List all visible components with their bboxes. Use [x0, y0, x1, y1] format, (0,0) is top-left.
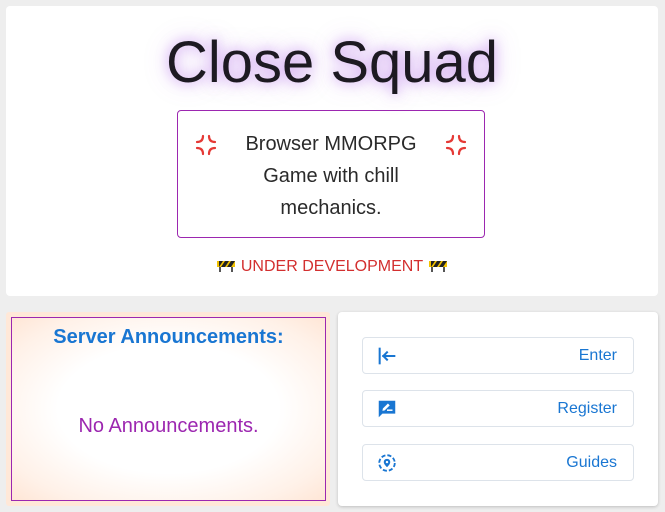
hero-card: Close Squad Browser MMORPG Game with chi…: [6, 6, 658, 296]
announcements-empty-text: No Announcements.: [78, 415, 259, 437]
tagline-box: Browser MMORPG Game with chill mechanics…: [177, 110, 485, 238]
page-title: Close Squad: [165, 30, 499, 95]
register-button[interactable]: Register: [362, 390, 634, 427]
tagline: Browser MMORPG Game with chill mechanics…: [245, 133, 417, 219]
construction-barrier-icon: [216, 261, 235, 272]
dev-notice-text: UNDER DEVELOPMENT: [240, 258, 424, 275]
dev-notice: UNDER DEVELOPMENT: [6, 258, 658, 276]
guides-button-label: Guides: [566, 454, 617, 471]
announcements-frame: Server Announcements: No Announcements.: [11, 317, 326, 501]
location-explore-icon: [378, 454, 396, 472]
main-menu-card: Enter Register Guides: [338, 312, 658, 506]
announcements-title: Server Announcements:: [53, 326, 284, 348]
anger-symbol-icon: [445, 134, 467, 156]
rate-review-icon: [378, 400, 396, 418]
construction-barrier-icon: [429, 261, 448, 272]
anger-symbol-icon: [195, 134, 217, 156]
enter-button[interactable]: Enter: [362, 337, 634, 374]
guides-button[interactable]: Guides: [362, 444, 634, 481]
enter-button-label: Enter: [578, 347, 617, 364]
announcements-panel: Server Announcements: No Announcements.: [6, 312, 330, 506]
register-button-label: Register: [557, 400, 617, 417]
login-icon: [378, 347, 396, 365]
